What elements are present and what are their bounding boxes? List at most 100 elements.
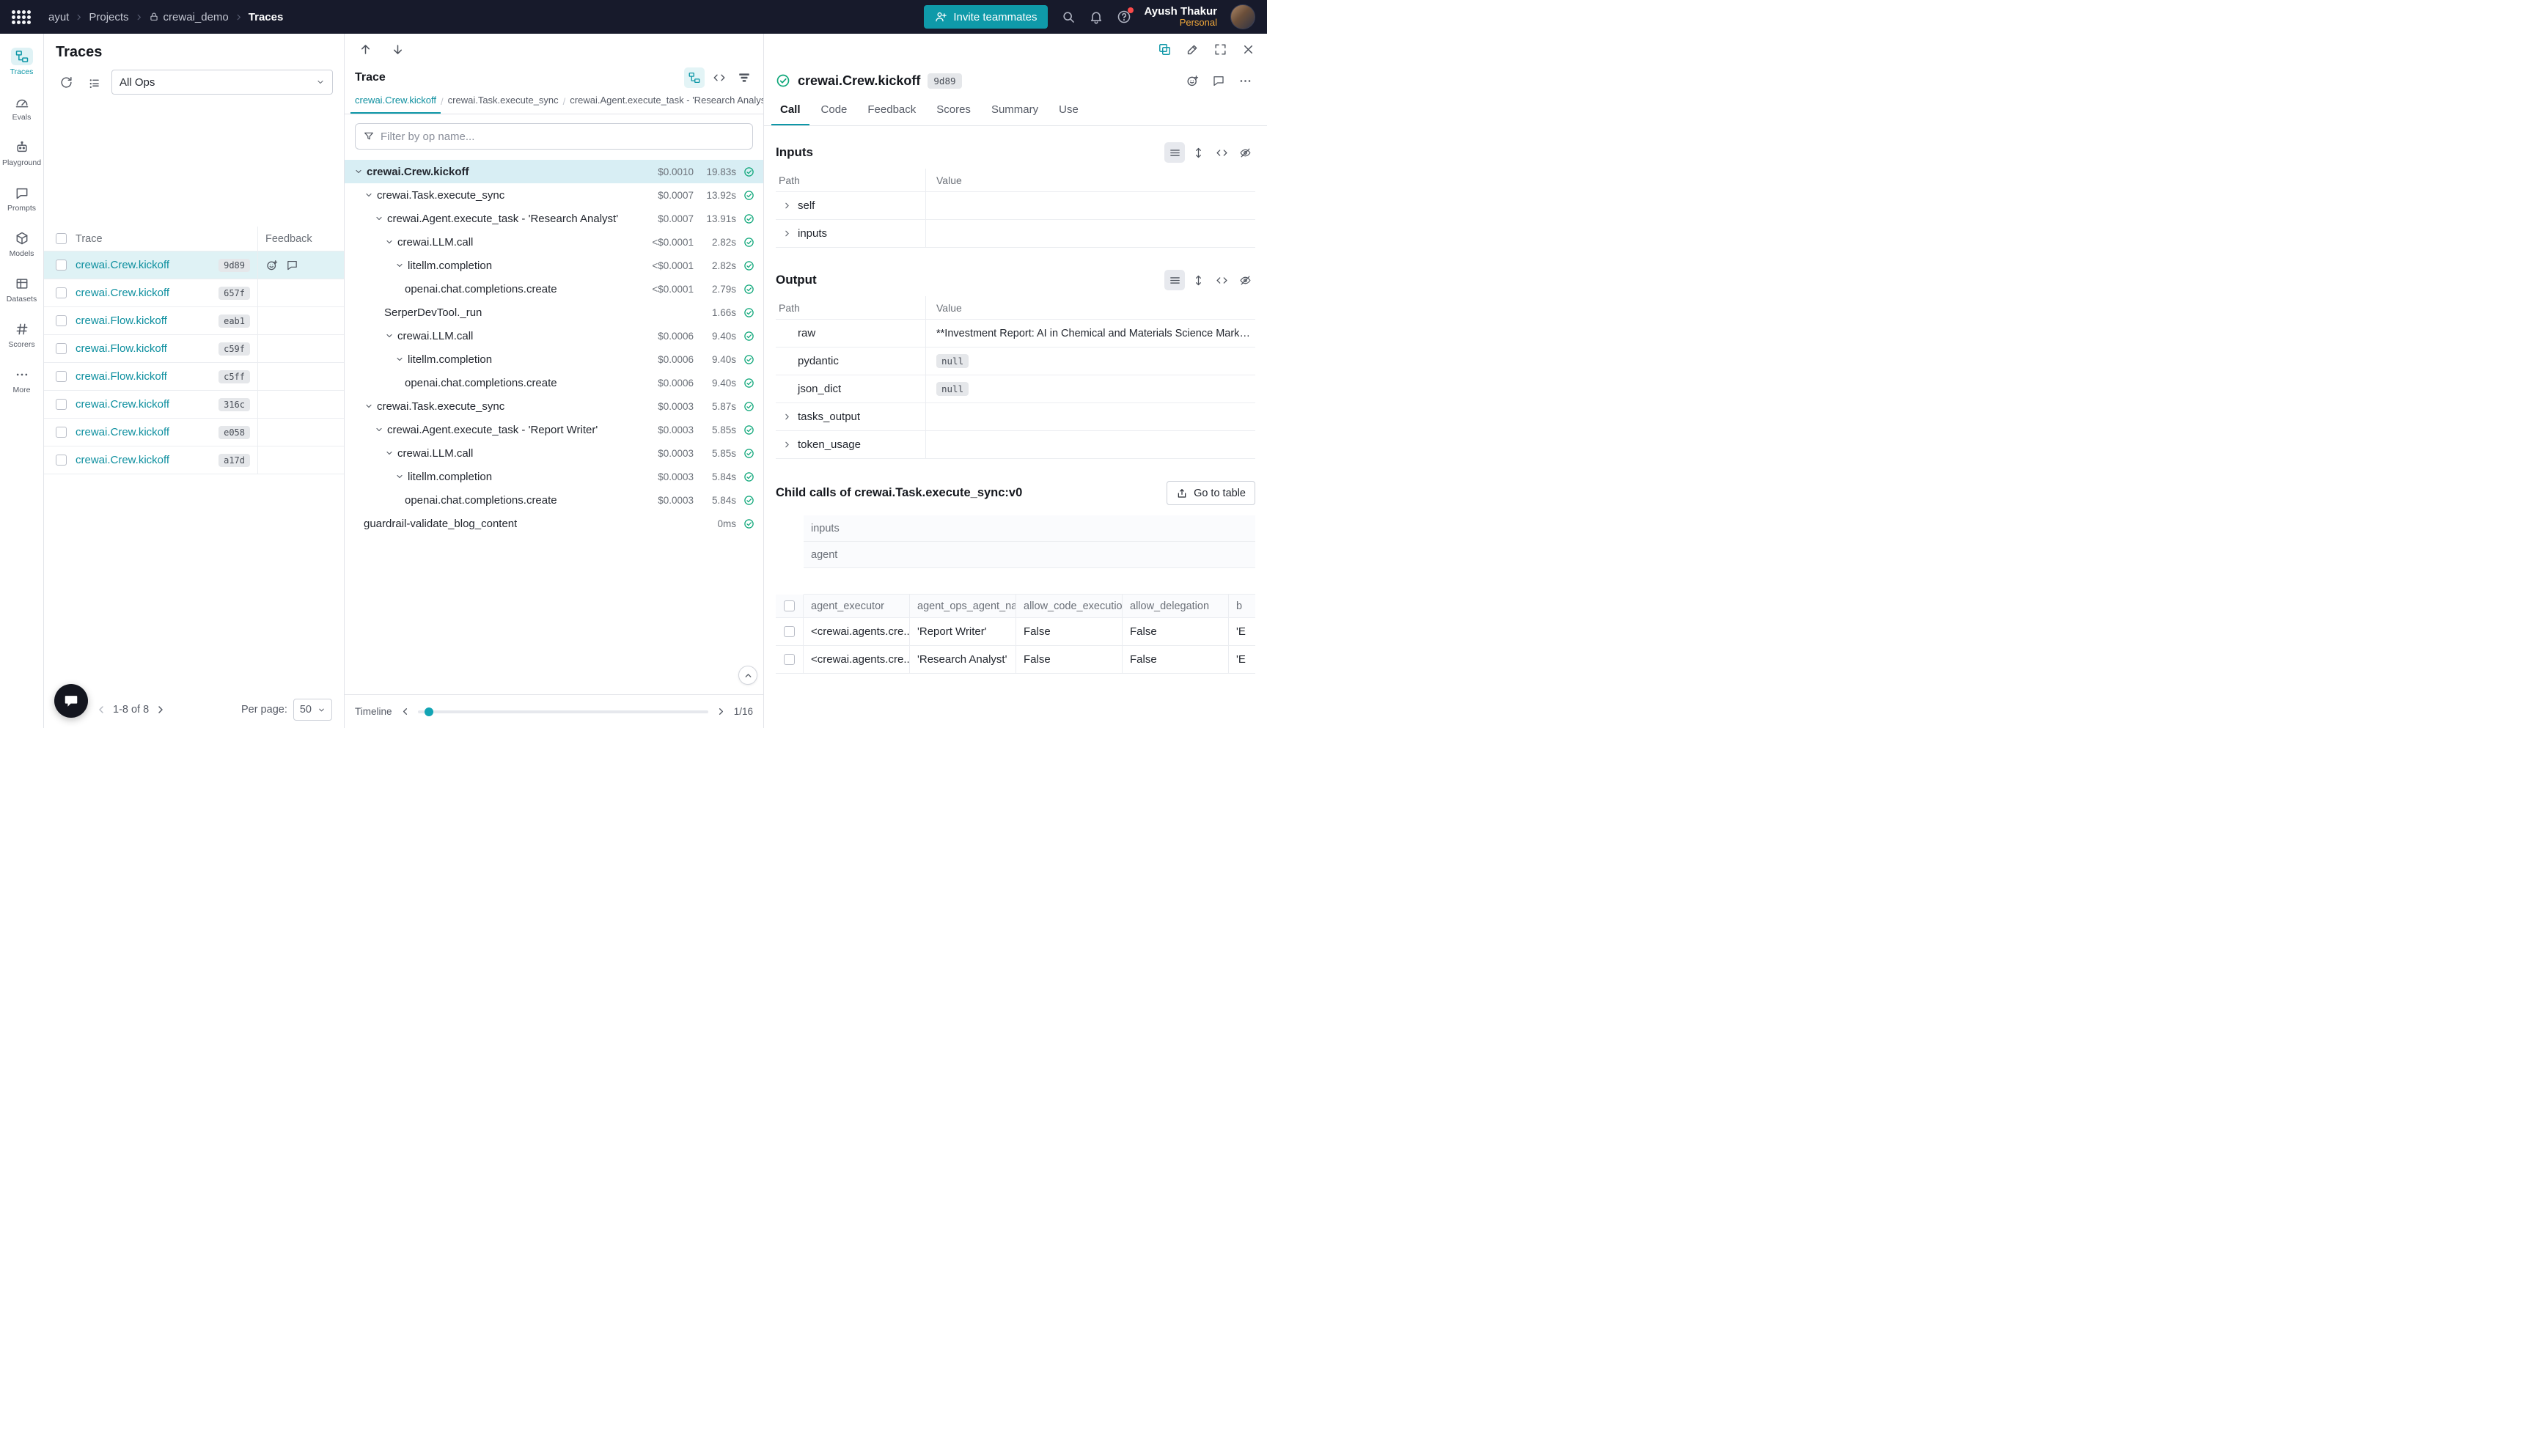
sidebar-item-scorers[interactable]: Scorers	[2, 314, 42, 355]
trace-tree-row[interactable]: guardrail-validate_blog_content 0ms	[345, 512, 763, 535]
tree-view-icon[interactable]	[684, 67, 705, 88]
table-row[interactable]: <crewai.agents.cre... 'Research Analyst'…	[776, 646, 1255, 674]
expand-rows-icon[interactable]	[1188, 142, 1208, 163]
row-checkbox[interactable]	[56, 399, 67, 410]
call-stack-tab[interactable]: crewai.Agent.execute_task - 'Research An…	[565, 95, 763, 114]
hide-values-eye-off-icon[interactable]	[1235, 270, 1255, 290]
detail-tab[interactable]: Code	[812, 103, 856, 125]
row-checkbox[interactable]	[784, 626, 795, 637]
caret-down-icon[interactable]	[383, 331, 396, 340]
call-stack-tab[interactable]: crewai.Task.execute_sync	[444, 95, 563, 114]
table-row[interactable]: token_usage	[776, 431, 1255, 459]
wandb-logo[interactable]	[12, 10, 31, 24]
trace-tree-row[interactable]: openai.chat.completions.create $0.0003 5…	[345, 488, 763, 512]
trace-link[interactable]: crewai.Flow.kickoff	[76, 315, 167, 327]
select-all-checkbox[interactable]	[784, 600, 795, 611]
trace-tree-row[interactable]: SerperDevTool._run 1.66s	[345, 301, 763, 324]
table-row[interactable]: crewai.Crew.kickoff 9d89	[44, 251, 344, 279]
per-page-select[interactable]: 50	[293, 699, 332, 721]
sidebar-item-traces[interactable]: Traces	[2, 41, 42, 82]
row-checkbox[interactable]	[56, 315, 67, 326]
code-view-icon[interactable]	[1211, 270, 1232, 290]
row-checkbox[interactable]	[56, 343, 67, 354]
fullscreen-icon[interactable]	[1210, 39, 1230, 59]
op-filter-input[interactable]	[381, 130, 745, 143]
trace-tree-row[interactable]: openai.chat.completions.create $0.0006 9…	[345, 371, 763, 394]
overflow-menu-icon[interactable]	[1235, 70, 1255, 91]
previous-call-arrow-up-icon[interactable]	[355, 39, 375, 59]
caret-down-icon[interactable]	[372, 425, 386, 434]
trace-tree-row[interactable]: crewai.Agent.execute_task - 'Research An…	[345, 207, 763, 230]
breadcrumb-user[interactable]: ayut	[48, 11, 69, 23]
row-checkbox[interactable]	[56, 455, 67, 466]
prev-page-button[interactable]	[95, 704, 107, 716]
trace-tree-row[interactable]: litellm.completion <$0.0001 2.82s	[345, 254, 763, 277]
avatar[interactable]	[1230, 4, 1255, 29]
help-icon[interactable]	[1117, 10, 1131, 24]
expand-chevron-icon[interactable]	[779, 440, 795, 449]
hide-values-eye-off-icon[interactable]	[1235, 142, 1255, 163]
row-checkbox[interactable]	[56, 371, 67, 382]
list-view-icon[interactable]	[1164, 142, 1185, 163]
timeline-slider[interactable]	[418, 710, 708, 713]
code-view-icon[interactable]	[1211, 142, 1232, 163]
table-row[interactable]: tasks_output	[776, 403, 1255, 431]
table-row[interactable]: pydantic null	[776, 348, 1255, 375]
invite-teammates-button[interactable]: Invite teammates	[924, 5, 1047, 29]
list-view-icon[interactable]	[1164, 270, 1185, 290]
expand-chevron-icon[interactable]	[779, 201, 795, 210]
collapse-timeline-button[interactable]	[738, 666, 757, 685]
sidebar-item-prompts[interactable]: Prompts	[2, 177, 42, 218]
trace-link[interactable]: crewai.Flow.kickoff	[76, 370, 167, 383]
sidebar-item-playground[interactable]: Playground	[2, 132, 42, 173]
row-checkbox[interactable]	[56, 287, 67, 298]
trace-link[interactable]: crewai.Crew.kickoff	[76, 426, 169, 438]
user-menu[interactable]: Ayush Thakur Personal	[1145, 5, 1217, 29]
caret-down-icon[interactable]	[393, 355, 406, 364]
row-checkbox[interactable]	[56, 260, 67, 271]
table-row[interactable]: crewai.Crew.kickoff a17d	[44, 446, 344, 474]
trace-tree-row[interactable]: crewai.Agent.execute_task - 'Report Writ…	[345, 418, 763, 441]
caret-down-icon[interactable]	[393, 472, 406, 481]
sidebar-item-datasets[interactable]: Datasets	[2, 268, 42, 309]
trace-tree-row[interactable]: crewai.Task.execute_sync $0.0003 5.87s	[345, 394, 763, 418]
table-row[interactable]: crewai.Flow.kickoff c59f	[44, 335, 344, 363]
sidebar-item-models[interactable]: Models	[2, 223, 42, 264]
next-page-button[interactable]	[155, 704, 166, 716]
table-row[interactable]: self	[776, 192, 1255, 220]
row-checkbox[interactable]	[56, 427, 67, 438]
trace-tree-row[interactable]: crewai.LLM.call <$0.0001 2.82s	[345, 230, 763, 254]
trace-tree-row[interactable]: openai.chat.completions.create <$0.0001 …	[345, 277, 763, 301]
expand-chevron-icon[interactable]	[779, 412, 795, 422]
table-row[interactable]: raw **Investment Report: AI in Chemical …	[776, 320, 1255, 348]
caret-down-icon[interactable]	[372, 214, 386, 223]
add-reaction-icon[interactable]	[265, 259, 279, 272]
trace-tree-row[interactable]: crewai.Crew.kickoff $0.0010 19.83s	[345, 160, 763, 183]
ops-filter-dropdown[interactable]: All Ops	[111, 70, 333, 95]
trace-tree-row[interactable]: litellm.completion $0.0006 9.40s	[345, 348, 763, 371]
trace-link[interactable]: crewai.Crew.kickoff	[76, 259, 169, 271]
trace-tree-row[interactable]: crewai.LLM.call $0.0003 5.85s	[345, 441, 763, 465]
breadcrumb-projects[interactable]: Projects	[89, 11, 128, 23]
edit-pencil-icon[interactable]	[1182, 39, 1202, 59]
select-all-checkbox[interactable]	[56, 233, 67, 244]
table-row[interactable]: crewai.Crew.kickoff e058	[44, 419, 344, 446]
table-row[interactable]: crewai.Flow.kickoff c5ff	[44, 363, 344, 391]
caret-down-icon[interactable]	[362, 402, 375, 411]
trace-link[interactable]: crewai.Crew.kickoff	[76, 398, 169, 411]
expand-rows-icon[interactable]	[1188, 270, 1208, 290]
table-row[interactable]: crewai.Crew.kickoff 657f	[44, 279, 344, 307]
table-row[interactable]: json_dict null	[776, 375, 1255, 403]
flame-graph-view-icon[interactable]	[734, 67, 754, 88]
refresh-button[interactable]	[56, 72, 76, 92]
table-row[interactable]: <crewai.agents.cre... 'Report Writer' Fa…	[776, 618, 1255, 646]
comment-icon[interactable]	[286, 259, 298, 271]
trace-tree-row[interactable]: litellm.completion $0.0003 5.84s	[345, 465, 763, 488]
table-row[interactable]: crewai.Flow.kickoff eab1	[44, 307, 344, 335]
caret-down-icon[interactable]	[352, 167, 365, 176]
open-drawer-icon[interactable]	[1154, 39, 1175, 59]
trace-link[interactable]: crewai.Flow.kickoff	[76, 342, 167, 355]
trace-tree-row[interactable]: crewai.LLM.call $0.0006 9.40s	[345, 324, 763, 348]
view-options-icon[interactable]	[84, 72, 104, 92]
search-icon[interactable]	[1061, 10, 1076, 24]
